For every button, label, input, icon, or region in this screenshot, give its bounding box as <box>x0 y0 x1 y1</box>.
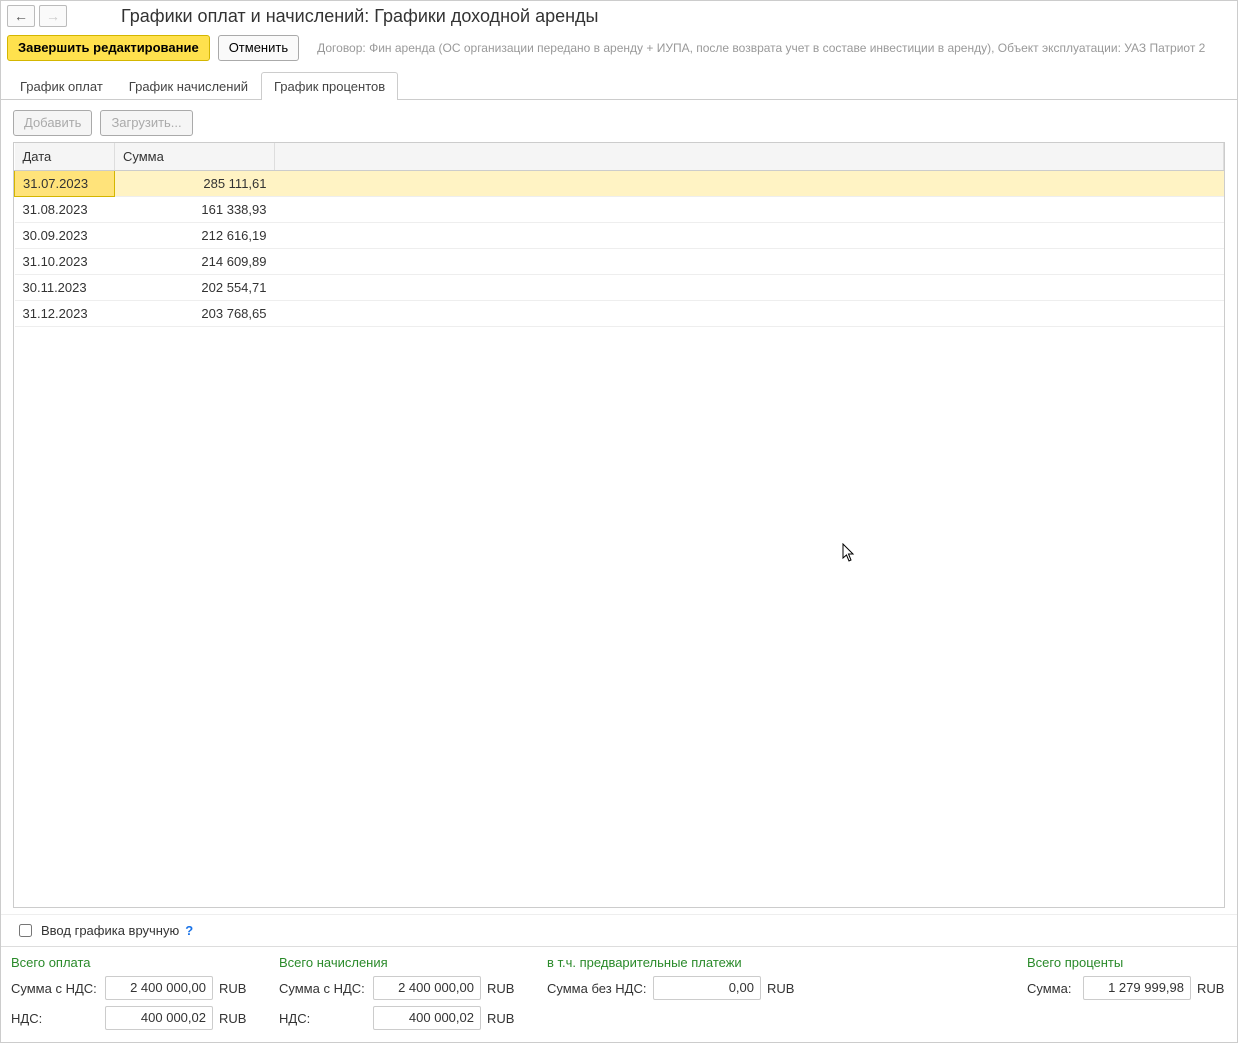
cell-sum[interactable]: 203 768,65 <box>115 301 275 327</box>
tabs: График оплат График начислений График пр… <box>1 71 1237 100</box>
column-header-date[interactable]: Дата <box>15 143 115 171</box>
cell-sum[interactable]: 161 338,93 <box>115 197 275 223</box>
tab-accruals[interactable]: График начислений <box>116 72 261 100</box>
accrual-vat-value[interactable]: 400 000,02 <box>373 1006 481 1030</box>
cell-date[interactable]: 31.10.2023 <box>15 249 115 275</box>
context-note: Договор: Фин аренда (ОС организации пере… <box>317 41 1231 55</box>
cell-sum[interactable]: 212 616,19 <box>115 223 275 249</box>
totals-accrual-title: Всего начисления <box>279 955 517 970</box>
table-row[interactable]: 30.11.2023202 554,71 <box>15 275 1224 301</box>
interest-table[interactable]: Дата Сумма 31.07.2023285 111,6131.08.202… <box>14 143 1224 327</box>
column-header-spacer <box>275 143 1224 171</box>
accrual-sumvat-label: Сумма с НДС: <box>279 981 367 996</box>
manual-input-row: Ввод графика вручную ? <box>1 914 1237 946</box>
interest-sum-label: Сумма: <box>1027 981 1077 996</box>
column-header-sum[interactable]: Сумма <box>115 143 275 171</box>
accrual-vat-label: НДС: <box>279 1011 367 1026</box>
currency-label: RUB <box>1197 981 1227 996</box>
titlebar: ← → Графики оплат и начислений: Графики … <box>1 1 1237 31</box>
currency-label: RUB <box>487 981 517 996</box>
cell-date[interactable]: 30.09.2023 <box>15 223 115 249</box>
currency-label: RUB <box>219 981 249 996</box>
table-row[interactable]: 31.08.2023161 338,93 <box>15 197 1224 223</box>
nav-forward-button[interactable]: → <box>39 5 67 27</box>
table-empty-area[interactable] <box>14 327 1224 907</box>
cancel-button[interactable]: Отменить <box>218 35 299 61</box>
load-button[interactable]: Загрузить... <box>100 110 192 136</box>
add-button[interactable]: Добавить <box>13 110 92 136</box>
main-toolbar: Завершить редактирование Отменить Догово… <box>1 31 1237 65</box>
manual-input-checkbox[interactable] <box>19 924 32 937</box>
payment-vat-label: НДС: <box>11 1011 99 1026</box>
tab-payments[interactable]: График оплат <box>7 72 116 100</box>
cell-sum[interactable]: 285 111,61 <box>115 171 275 197</box>
totals-panel: Всего оплата Сумма с НДС: 2 400 000,00 R… <box>1 946 1237 1042</box>
cell-empty <box>275 171 1224 197</box>
arrow-left-icon: ← <box>14 8 28 24</box>
totals-payment-title: Всего оплата <box>11 955 249 970</box>
cell-empty <box>275 301 1224 327</box>
cell-sum[interactable]: 202 554,71 <box>115 275 275 301</box>
totals-accrual: Всего начисления Сумма с НДС: 2 400 000,… <box>279 955 517 1030</box>
payment-vat-value[interactable]: 400 000,02 <box>105 1006 213 1030</box>
totals-interest: Всего проценты Сумма: 1 279 999,98 RUB <box>1027 955 1227 1030</box>
totals-payment: Всего оплата Сумма с НДС: 2 400 000,00 R… <box>11 955 249 1030</box>
currency-label: RUB <box>767 981 797 996</box>
cell-empty <box>275 249 1224 275</box>
table-container: Дата Сумма 31.07.2023285 111,6131.08.202… <box>13 142 1225 908</box>
cell-date[interactable]: 31.07.2023 <box>15 171 115 197</box>
prepay-sumnovat-value[interactable]: 0,00 <box>653 976 761 1000</box>
app-window: ← → Графики оплат и начислений: Графики … <box>0 0 1238 1043</box>
tab-interest[interactable]: График процентов <box>261 72 398 100</box>
payment-sumvat-label: Сумма с НДС: <box>11 981 99 996</box>
cell-date[interactable]: 31.12.2023 <box>15 301 115 327</box>
page-title: Графики оплат и начислений: Графики дохо… <box>121 6 598 27</box>
totals-prepay: в т.ч. предварительные платежи Сумма без… <box>547 955 997 1030</box>
sub-toolbar: Добавить Загрузить... <box>1 100 1237 142</box>
prepay-sumnovat-label: Сумма без НДС: <box>547 981 647 996</box>
table-row[interactable]: 31.07.2023285 111,61 <box>15 171 1224 197</box>
cell-empty <box>275 197 1224 223</box>
interest-sum-value[interactable]: 1 279 999,98 <box>1083 976 1191 1000</box>
finish-editing-button[interactable]: Завершить редактирование <box>7 35 210 61</box>
table-row[interactable]: 31.12.2023203 768,65 <box>15 301 1224 327</box>
cell-date[interactable]: 30.11.2023 <box>15 275 115 301</box>
totals-interest-title: Всего проценты <box>1027 955 1227 970</box>
table-row[interactable]: 31.10.2023214 609,89 <box>15 249 1224 275</box>
cell-empty <box>275 275 1224 301</box>
currency-label: RUB <box>487 1011 517 1026</box>
manual-input-label: Ввод графика вручную <box>41 923 179 938</box>
help-icon[interactable]: ? <box>185 923 193 938</box>
table-row[interactable]: 30.09.2023212 616,19 <box>15 223 1224 249</box>
cell-sum[interactable]: 214 609,89 <box>115 249 275 275</box>
arrow-right-icon: → <box>46 8 60 24</box>
totals-prepay-title: в т.ч. предварительные платежи <box>547 955 997 970</box>
payment-sumvat-value[interactable]: 2 400 000,00 <box>105 976 213 1000</box>
currency-label: RUB <box>219 1011 249 1026</box>
accrual-sumvat-value[interactable]: 2 400 000,00 <box>373 976 481 1000</box>
nav-back-button[interactable]: ← <box>7 5 35 27</box>
cell-empty <box>275 223 1224 249</box>
cell-date[interactable]: 31.08.2023 <box>15 197 115 223</box>
